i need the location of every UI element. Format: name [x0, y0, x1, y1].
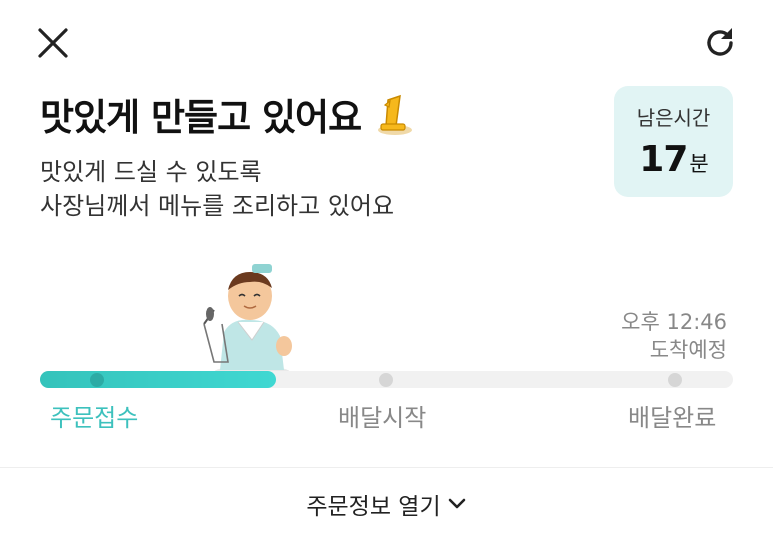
remaining-time-value: 17분 — [614, 139, 733, 180]
refresh-icon — [707, 28, 733, 56]
status-title: 맛있게 만들고 있어요 — [40, 96, 362, 139]
step-delivery-complete: 배달완료 — [628, 404, 717, 432]
progress-dot-delivery-complete — [668, 373, 682, 387]
status-subtitle: 맛있게 드실 수 있도록 사장님께서 메뉴를 조리하고 있어요 — [40, 155, 394, 223]
subtitle-line-2: 사장님께서 메뉴를 조리하고 있어요 — [40, 192, 395, 220]
remaining-time-number: 17 — [639, 139, 688, 180]
refresh-button[interactable] — [701, 24, 739, 62]
arrival-time: 오후 12:46 — [621, 310, 727, 334]
open-order-info-button[interactable]: 주문정보 열기 — [0, 467, 773, 540]
chef-character-illustration — [203, 264, 292, 378]
remaining-time-label: 남은시간 — [636, 106, 711, 130]
progress-dot-order-received — [90, 373, 104, 387]
close-button[interactable] — [36, 26, 70, 60]
close-icon — [38, 28, 68, 58]
subtitle-line-1: 맛있게 드실 수 있도록 — [40, 158, 262, 186]
chevron-down-icon — [448, 498, 465, 509]
remaining-time-unit: 분 — [689, 152, 708, 176]
step-delivery-start: 배달시작 — [338, 404, 427, 432]
progress-dot-delivery-start — [379, 373, 393, 387]
remaining-time-card: 남은시간 17분 — [614, 86, 733, 197]
progress-fill — [40, 371, 276, 388]
open-order-info-label: 주문정보 열기 — [306, 494, 441, 520]
step-order-received: 주문접수 — [50, 404, 139, 432]
status-title-row: 맛있게 만들고 있어요 — [40, 88, 415, 140]
arrival-label: 도착예정 — [649, 338, 727, 362]
arrival-estimate: 오후 12:46 도착예정 — [621, 308, 727, 364]
number-one-badge-icon — [378, 94, 413, 135]
